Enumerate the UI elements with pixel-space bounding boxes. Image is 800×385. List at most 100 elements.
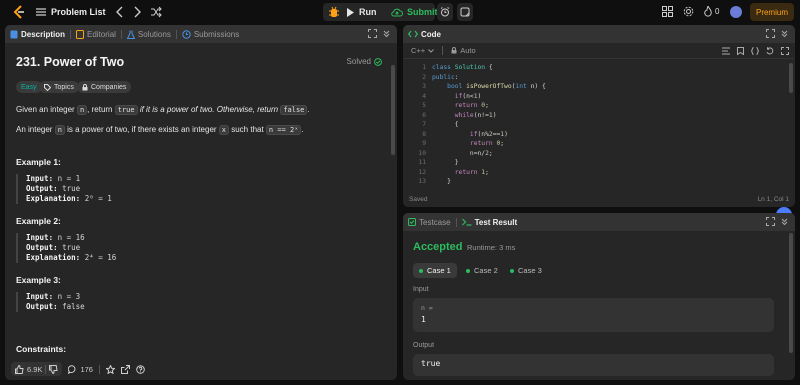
input-value: n = 16 — [57, 233, 85, 242]
case-tab-2[interactable]: Case 2 — [460, 263, 504, 278]
layout-grid-icon[interactable] — [662, 6, 673, 17]
test-result-panel: Testcase Test Result Accepted Runtime: 3… — [403, 213, 795, 380]
like-button[interactable]: 6.9K — [15, 364, 43, 374]
collapse-icon[interactable] — [780, 217, 789, 226]
maximize-icon[interactable] — [766, 29, 775, 38]
maximize-icon[interactable] — [368, 29, 377, 38]
problem-list-link[interactable]: Problem List — [51, 7, 106, 17]
tab-solutions[interactable]: Solutions — [122, 25, 176, 43]
result-status: Accepted — [413, 241, 463, 253]
statement-text: . — [307, 105, 310, 114]
example-input: Input: n = 1 — [26, 174, 381, 184]
thumbs-up-icon — [15, 364, 24, 374]
code-icon — [408, 30, 418, 38]
example-input: Input: n = 16 — [26, 233, 381, 243]
tab-test-result[interactable]: Test Result — [457, 213, 523, 231]
braces-icon[interactable] — [751, 47, 759, 55]
divider — [98, 364, 100, 374]
pass-dot — [419, 268, 423, 273]
example-input: Input: n = 3 — [26, 292, 381, 302]
shuffle-icon[interactable] — [150, 6, 162, 18]
statement-text: An integer — [16, 125, 55, 134]
case-tab-3[interactable]: Case 3 — [504, 263, 548, 278]
submit-button[interactable]: Submit — [387, 3, 442, 21]
runtime-label: Runtime: 3 ms — [467, 243, 516, 252]
explanation-value: 2⁴ = 16 — [84, 253, 117, 262]
language-value: C++ — [411, 46, 426, 55]
run-button[interactable]: Run — [346, 3, 377, 21]
divider — [442, 46, 444, 55]
example-3-title: Example 3: — [16, 275, 61, 285]
output-section-label: Output — [413, 342, 435, 349]
auto-mode-toggle[interactable]: Auto — [451, 46, 476, 55]
topics-label: Topics — [54, 83, 74, 91]
notes-icon[interactable] — [457, 3, 473, 21]
statement-text: such that — [229, 125, 266, 134]
line-number: 6 — [422, 111, 426, 119]
bookmark-icon[interactable] — [737, 47, 744, 55]
problem-statement: Given an integer n, return true if it is… — [16, 105, 310, 115]
input-label: Input: — [26, 233, 54, 242]
leetcode-logo-icon[interactable] — [13, 5, 25, 19]
example-explanation: Explanation: 2⁰ = 1 — [26, 194, 381, 204]
difficulty-badge: Easy — [16, 81, 42, 93]
next-problem-button[interactable] — [132, 6, 142, 18]
alarm-clock-icon[interactable] — [437, 3, 453, 21]
code-editor-panel: Code C++ Auto 1 class Solution { 2 public: — [403, 25, 795, 207]
reset-icon[interactable] — [766, 47, 774, 55]
scrollbar[interactable] — [391, 65, 395, 155]
example-2-box: Input: n = 16 Output: true Explanation: … — [16, 233, 381, 263]
collapse-icon[interactable] — [780, 29, 789, 38]
collapse-icon[interactable] — [382, 29, 391, 38]
input-value: n = 1 — [57, 174, 81, 183]
code-editor[interactable]: 1 class Solution { 2 public: 3 bool isPowe… — [403, 63, 795, 185]
maximize-icon[interactable] — [766, 217, 775, 226]
line-number: 9 — [422, 140, 426, 147]
like-count: 6.9K — [27, 364, 43, 374]
example-output: Output: true — [26, 184, 381, 194]
scrollbar[interactable] — [789, 233, 793, 353]
line-number: 4 — [422, 92, 426, 100]
avatar[interactable] — [730, 6, 742, 18]
problem-title: 231. Power of Two — [16, 55, 125, 69]
line-number: 12 — [418, 168, 426, 176]
tab-code-label: Code — [421, 29, 441, 39]
tab-testcase-label: Testcase — [419, 217, 451, 227]
tab-code[interactable]: Code — [403, 25, 446, 43]
scrollbar[interactable] — [789, 63, 793, 93]
tab-description[interactable]: Description — [5, 25, 70, 43]
line-number: 2 — [422, 73, 426, 81]
tab-editorial[interactable]: Editorial — [71, 25, 121, 43]
fullscreen-icon[interactable] — [781, 47, 789, 55]
run-label: Run — [359, 7, 377, 17]
check-circle-icon — [374, 57, 382, 66]
example-output: Output: false — [26, 302, 381, 312]
comments-button[interactable]: 176 — [68, 365, 93, 374]
share-icon[interactable] — [120, 364, 130, 374]
language-select[interactable]: C++ — [411, 46, 435, 55]
description-panel: Description Editorial Solutions Submissi… — [5, 25, 397, 380]
companies-button[interactable]: Companies — [77, 81, 132, 93]
output-label: Output: — [26, 184, 58, 193]
debug-icon[interactable] — [327, 4, 341, 20]
tab-submissions[interactable]: Submissions — [177, 25, 244, 43]
gear-icon[interactable] — [683, 6, 694, 17]
premium-button[interactable]: Premium — [750, 3, 794, 21]
constraints-title: Constraints: — [16, 344, 67, 354]
help-icon[interactable] — [136, 364, 145, 374]
tab-submissions-label: Submissions — [193, 29, 240, 39]
tab-testcase[interactable]: Testcase — [403, 213, 456, 231]
prev-problem-button[interactable] — [115, 6, 125, 18]
cloud-upload-icon — [391, 8, 403, 16]
dislike-button[interactable] — [49, 364, 59, 374]
topics-button[interactable]: Topics — [39, 81, 79, 93]
inline-code: n — [76, 105, 88, 115]
output-value: false — [62, 302, 85, 311]
case-tab-1[interactable]: Case 1 — [413, 263, 457, 278]
tab-description-label: Description — [21, 29, 66, 39]
format-icon[interactable] — [722, 47, 730, 55]
star-icon[interactable] — [105, 364, 115, 374]
streak-counter[interactable]: 0 — [704, 6, 719, 17]
list-icon[interactable] — [36, 7, 46, 17]
tab-editorial-label: Editorial — [87, 29, 116, 39]
